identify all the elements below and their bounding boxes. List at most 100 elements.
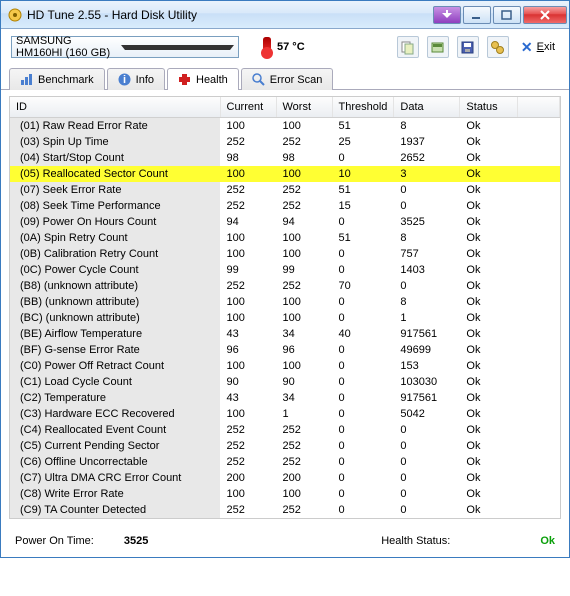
table-row[interactable]: (0C) Power Cycle Count999901403Ok (10, 262, 560, 278)
table-row[interactable]: (07) Seek Error Rate252252510Ok (10, 182, 560, 198)
attr-empty (518, 294, 560, 310)
attr-empty (518, 214, 560, 230)
attr-id: (C4) Reallocated Event Count (10, 422, 220, 438)
col-header-status[interactable]: Status (460, 97, 518, 118)
table-row[interactable]: (C3) Hardware ECC Recovered100105042Ok (10, 406, 560, 422)
thermometer-icon (263, 37, 271, 57)
tab-benchmark[interactable]: Benchmark (9, 68, 105, 90)
col-header-empty[interactable] (518, 97, 560, 118)
table-row[interactable]: (BC) (unknown attribute)10010001Ok (10, 310, 560, 326)
table-row[interactable]: (09) Power On Hours Count949403525Ok (10, 214, 560, 230)
table-row[interactable]: (08) Seek Time Performance252252150Ok (10, 198, 560, 214)
attr-empty (518, 438, 560, 454)
attr-threshold: 0 (332, 374, 394, 390)
app-icon (7, 7, 23, 23)
table-row[interactable]: (C7) Ultra DMA CRC Error Count20020000Ok (10, 470, 560, 486)
table-row[interactable]: (BE) Airflow Temperature433440917561Ok (10, 326, 560, 342)
attr-threshold: 0 (332, 342, 394, 358)
attr-worst: 34 (276, 390, 332, 406)
attr-status: Ok (460, 198, 518, 214)
attr-data: 0 (394, 470, 460, 486)
tab-label: Error Scan (270, 74, 323, 86)
health-status-label: Health Status: (381, 535, 450, 547)
copy-info-button[interactable] (397, 36, 419, 58)
attr-empty (518, 230, 560, 246)
table-row[interactable]: (B8) (unknown attribute)252252700Ok (10, 278, 560, 294)
smart-table-panel: ID Current Worst Threshold Data Status (… (9, 96, 561, 519)
attr-id: (08) Seek Time Performance (10, 198, 220, 214)
table-row[interactable]: (0B) Calibration Retry Count1001000757Ok (10, 246, 560, 262)
attr-id: (C2) Temperature (10, 390, 220, 406)
table-row[interactable]: (C8) Write Error Rate10010000Ok (10, 486, 560, 502)
attr-status: Ok (460, 118, 518, 135)
power-on-label: Power On Time: (15, 535, 94, 547)
table-row[interactable]: (BB) (unknown attribute)10010008Ok (10, 294, 560, 310)
screenshot-button[interactable] (427, 36, 449, 58)
attr-id: (04) Start/Stop Count (10, 150, 220, 166)
tab-health[interactable]: Health (167, 68, 239, 90)
attr-id: (C9) TA Counter Detected (10, 502, 220, 518)
attr-threshold: 0 (332, 262, 394, 278)
col-header-data[interactable]: Data (394, 97, 460, 118)
table-row[interactable]: (C0) Power Off Retract Count1001000153Ok (10, 358, 560, 374)
tab-label: Info (136, 74, 154, 86)
attr-current: 252 (220, 182, 276, 198)
col-header-id[interactable]: ID (10, 97, 220, 118)
col-header-threshold[interactable]: Threshold (332, 97, 394, 118)
table-row[interactable]: (BF) G-sense Error Rate9696049699Ok (10, 342, 560, 358)
attr-status: Ok (460, 150, 518, 166)
attr-id: (07) Seek Error Rate (10, 182, 220, 198)
table-row[interactable]: (C6) Offline Uncorrectable25225200Ok (10, 454, 560, 470)
col-header-current[interactable]: Current (220, 97, 276, 118)
table-row[interactable]: (C5) Current Pending Sector25225200Ok (10, 438, 560, 454)
table-row[interactable]: (01) Raw Read Error Rate100100518Ok (10, 118, 560, 135)
attr-worst: 252 (276, 502, 332, 518)
table-row[interactable]: (C1) Load Cycle Count90900103030Ok (10, 374, 560, 390)
tab-errorscan[interactable]: Error Scan (241, 68, 334, 90)
attr-id: (09) Power On Hours Count (10, 214, 220, 230)
table-row[interactable]: (C4) Reallocated Event Count25225200Ok (10, 422, 560, 438)
attr-id: (03) Spin Up Time (10, 134, 220, 150)
attr-data: 153 (394, 358, 460, 374)
attr-current: 252 (220, 278, 276, 294)
titlebar[interactable]: HD Tune 2.55 - Hard Disk Utility (1, 1, 569, 29)
table-row[interactable]: (03) Spin Up Time252252251937Ok (10, 134, 560, 150)
table-row[interactable]: (C9) TA Counter Detected25225200Ok (10, 502, 560, 518)
attr-id: (BB) (unknown attribute) (10, 294, 220, 310)
attr-id: (01) Raw Read Error Rate (10, 118, 220, 135)
attr-current: 252 (220, 134, 276, 150)
drive-select[interactable]: SAMSUNG HM160HI (160 GB) (11, 36, 239, 58)
tab-info[interactable]: i Info (107, 68, 165, 90)
attr-worst: 34 (276, 326, 332, 342)
attr-status: Ok (460, 182, 518, 198)
table-row[interactable]: (0A) Spin Retry Count100100518Ok (10, 230, 560, 246)
options-button[interactable] (487, 36, 509, 58)
attr-empty (518, 134, 560, 150)
attr-empty (518, 326, 560, 342)
attr-threshold: 0 (332, 246, 394, 262)
attr-threshold: 0 (332, 454, 394, 470)
table-row[interactable]: (04) Start/Stop Count989802652Ok (10, 150, 560, 166)
table-row[interactable]: (05) Reallocated Sector Count100100103Ok (10, 166, 560, 182)
attr-threshold: 0 (332, 150, 394, 166)
exit-button[interactable]: ✕ Exit (517, 39, 559, 56)
attr-data: 0 (394, 198, 460, 214)
attr-id: (C1) Load Cycle Count (10, 374, 220, 390)
maximize-button[interactable] (493, 6, 521, 24)
attr-status: Ok (460, 406, 518, 422)
attr-threshold: 51 (332, 182, 394, 198)
attr-id: (BC) (unknown attribute) (10, 310, 220, 326)
extra-window-button[interactable] (433, 6, 461, 24)
close-button[interactable] (523, 6, 567, 24)
minimize-button[interactable] (463, 6, 491, 24)
attr-status: Ok (460, 262, 518, 278)
attr-current: 100 (220, 166, 276, 182)
attr-data: 1 (394, 310, 460, 326)
table-row[interactable]: (C2) Temperature43340917561Ok (10, 390, 560, 406)
attr-current: 100 (220, 230, 276, 246)
health-status-value: Ok (540, 535, 555, 547)
search-icon (252, 73, 265, 86)
col-header-worst[interactable]: Worst (276, 97, 332, 118)
save-button[interactable] (457, 36, 479, 58)
attr-data: 8 (394, 230, 460, 246)
